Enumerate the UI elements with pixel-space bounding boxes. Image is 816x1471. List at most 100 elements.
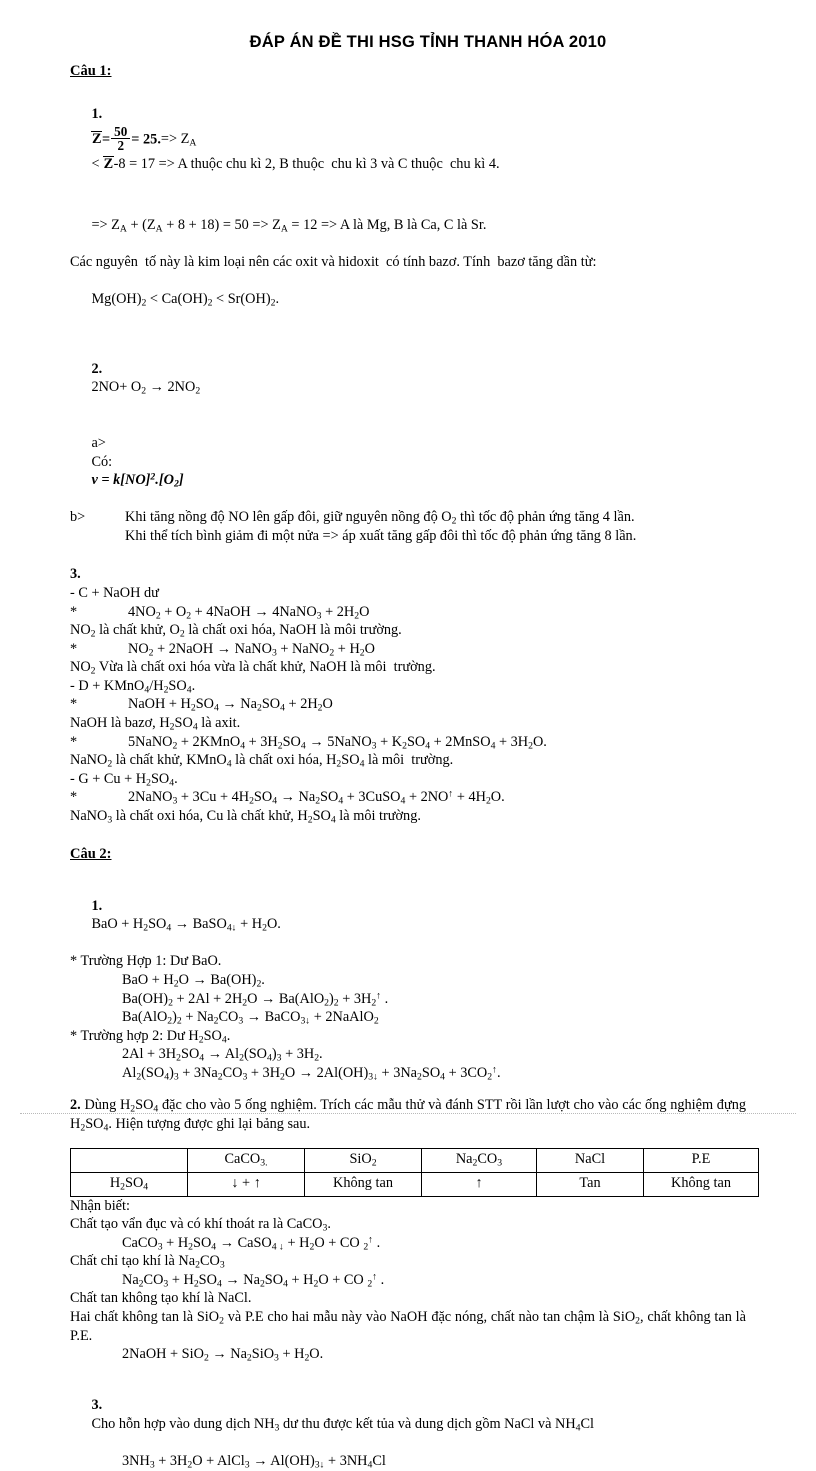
table-cell-header-sio2: SiO2 <box>304 1147 422 1173</box>
cau2-item2-eq-na2co3: Na2CO3 + H2SO4 → Na2SO4 + H2O + CO 2↑ . <box>122 1271 385 1290</box>
cau1-item2b-line1: b> Khi tăng nồng độ NO lên gấp đôi, giữ … <box>70 508 746 527</box>
cau2-item1-case1-eq2: Ba(OH)2 + 2Al + 2H2O → Ba(AlO2)2 + 3H2↑ … <box>122 990 389 1009</box>
page-title: ĐÁP ÁN ĐỀ THI HSG TỈNH THANH HÓA 2010 <box>249 33 607 51</box>
cau1-item3-eq4-row: * 5NaNO2 + 2KMnO4 + 3H2SO4 → 5NaNO3 + K2… <box>70 733 746 752</box>
fraction-denominator: 2 <box>111 138 131 153</box>
cau2-item1-case1-label: * Trường Hợp 1: Dư BaO. <box>70 953 222 970</box>
cau2-item2-line-sio2-pe: Hai chất không tan là SiO2 và P.E cho ha… <box>70 1309 746 1344</box>
table-cell-data-sio2: Không tan <box>304 1171 422 1197</box>
cau1-item2-prefix: 2. <box>91 360 103 377</box>
cau2-item2-prefix: 2. <box>70 1097 81 1114</box>
table-row-data: H2SO4 ↓ + ↑ Không tan ↑ Tan Không tan <box>70 1171 759 1197</box>
table-cell-data-h2so4: H2SO4 <box>70 1171 188 1197</box>
document-page: ĐÁP ÁN ĐỀ THI HSG TỈNH THANH HÓA 2010 Câ… <box>0 0 816 1470</box>
z-bar-symbol-2: Z <box>103 155 114 172</box>
table-row-header: CaCO3. SiO2 Na2CO3 NaCl P.E <box>70 1147 759 1173</box>
cau1-item3-eq2-row: * NO2 + 2NaOH → NaNO3 + NaNO2 + H2O <box>70 640 746 659</box>
fraction-result: = 25. <box>131 131 161 148</box>
cau2-item2-eq-caco3: CaCO3 + H2SO4 → CaSO4 ↓ + H2O + CO 2↑ . <box>122 1234 381 1253</box>
cau1-item3-line-d-kmno4: - D + KMnO4/H2SO4. <box>70 677 196 696</box>
cau1-item2a-tag: a> <box>91 434 106 451</box>
table-cell-data-pe: Không tan <box>643 1171 759 1197</box>
cau1-item1-prefix: 1. <box>91 105 103 122</box>
footer-divider <box>20 1113 796 1114</box>
cau1-item1-line1: 1. Z= 50 2 = 25.=> ZA < Z-8 = 17 => A thuộc… <box>70 81 746 197</box>
cau1-item3-note1: NO2 là chất khử, O2 là chất oxi hóa, NaO… <box>70 622 402 640</box>
cau2-item3-prefix: 3. <box>91 1397 103 1414</box>
cau2-item2-line-nacl: Chất tan không tạo khí là NaCl. <box>70 1290 252 1307</box>
bullet-star-5: * <box>70 789 78 806</box>
cau2-item2-recognize-label: Nhận biết: <box>70 1197 130 1214</box>
cau1-item3-line-c-naoh: - C + NaOH dư <box>70 584 159 601</box>
cau1-implies-za: => ZA <box>160 131 197 149</box>
cau1-item2b-tag-blank <box>70 527 125 546</box>
cau1-item2b-body2: Khi thể tích bình giảm đi một nửa => áp … <box>125 527 637 544</box>
cau1-item3-eq5: 2NaNO3 + 3Cu + 4H2SO4 → Na2SO4 + 3CuSO4 … <box>128 788 505 807</box>
experiment-results-table: CaCO3. SiO2 Na2CO3 NaCl P.E H2SO4 ↓ + ↑ … <box>70 1147 759 1197</box>
cau2-item2-line-na2co3: Chất chỉ tạo khí là Na2CO3 <box>70 1253 225 1271</box>
cau1-item2b-tag: b> <box>70 509 86 526</box>
bullet-star-3: * <box>70 696 78 713</box>
subscript-a-1: A <box>189 137 197 149</box>
cau1-item3-eq4: 5NaNO2 + 2KMnO4 + 3H2SO4 → 5NaNO3 + K2SO… <box>128 733 547 752</box>
table-cell-header-0 <box>70 1147 188 1173</box>
less-than-sign: < <box>91 155 104 172</box>
document-content: ĐÁP ÁN ĐỀ THI HSG TỈNH THANH HÓA 2010 Câ… <box>70 33 759 1471</box>
cau1-item3-eq3: NaOH + H2SO4 → Na2SO4 + 2H2O <box>128 696 333 714</box>
table-cell-header-caco3: CaCO3. <box>187 1147 305 1173</box>
cau2-item2-intro: 2. Dùng H2SO4 đặc cho vào 5 ống nghiệm. … <box>70 1097 746 1134</box>
cau1-item3-note2: NO2 Vừa là chất oxi hóa vừa là chất khử,… <box>70 659 436 677</box>
cau1-item3-eq3-row: * NaOH + H2SO4 → Na2SO4 + 2H2O <box>70 695 746 714</box>
cau2-item1-case1-eq3: Ba(AlO2)2 + Na2CO3 → BaCO3↓ + 2NaAlO2 <box>122 1009 379 1027</box>
cau1-item3-note4: NaNO2 là chất khử, KMnO4 là chất oxi hóa… <box>70 752 454 770</box>
cau1-item3-eq2: NO2 + 2NaOH → NaNO3 + NaNO2 + H2O <box>128 640 375 659</box>
cau1-item1-line4: Mg(OH)2 < Ca(OH)2 < Sr(OH)2. <box>91 290 280 309</box>
table-cell-data-na2co3: ↑ <box>421 1171 537 1197</box>
equals-sign-1: = <box>102 131 111 148</box>
table-cell-header-nacl: NaCl <box>536 1147 644 1173</box>
cau2-item3-equation: 3NH3 + 3H2O + AlCl3 → Al(OH)3↓ + 3NH4Cl <box>122 1453 386 1471</box>
cau2-item3-intro: 3. Cho hỗn hợp vào dung dịch NH3 dư thu … <box>91 1397 595 1434</box>
cau1-item3-eq1-row: * 4NO2 + O2 + 4NaOH → 4NaNO3 + 2H2O <box>70 603 746 622</box>
section-heading-cau2: Câu 2: <box>70 846 112 863</box>
cau1-item3-line-g-cu: - G + Cu + H2SO4. <box>70 770 178 789</box>
cau2-item2-line-caco3: Chất tạo vẩn đục và có khí thoát ra là C… <box>70 1216 331 1234</box>
cau2-item1-main: 1. BaO + H2SO4 → BaSO4↓ + H2O. <box>91 897 281 934</box>
cau1-item1-line2: => ZA + (ZA + 8 + 18) = 50 => ZA = 12 =>… <box>91 216 487 235</box>
section-heading-cau1: Câu 1: <box>70 63 112 79</box>
fraction-50-over-2: 50 2 <box>111 123 131 153</box>
table-cell-header-na2co3: Na2CO3 <box>421 1147 537 1173</box>
cau1-item2-equation: 2. 2NO+ O2 → 2NO2 <box>91 360 201 397</box>
cau2-item1-case2-label: * Trường hợp 2: Dư H2SO4. <box>70 1027 231 1046</box>
table-cell-data-nacl: Tan <box>536 1171 644 1197</box>
bullet-star-1: * <box>70 603 78 620</box>
z-bar-symbol: Z <box>91 131 102 148</box>
cau1-item3-note5: NaNO3 là chất oxi hóa, Cu là chất khử, H… <box>70 807 421 826</box>
cau1-item2b-line2: Khi thể tích bình giảm đi một nửa => áp … <box>70 527 746 546</box>
cau2-item1-case2-eq2: Al2(SO4)3 + 3Na2CO3 + 3H2O → 2Al(OH)3↓ +… <box>122 1064 501 1083</box>
table-cell-header-pe: P.E <box>643 1147 759 1173</box>
cau2-item1-case1-eq1: BaO + H2O → Ba(OH)2. <box>122 971 265 990</box>
bullet-star-2: * <box>70 640 78 657</box>
cau1-item1-tail: -8 = 17 => A thuộc chu kì 2, B thuộc chu… <box>113 155 500 172</box>
cau1-item2a-label: Có: <box>91 453 113 470</box>
rate-law-formula: v = k[NO]2.[O2] <box>91 471 184 490</box>
cau1-item1-line3: Các nguyên tố này là kim loại nên các ox… <box>70 253 597 270</box>
fraction-numerator: 50 <box>114 123 128 139</box>
cau1-item3-note3: NaOH là bazơ, H2SO4 là axit. <box>70 715 241 733</box>
cau2-item2-eq-naoh-sio2: 2NaOH + SiO2 → Na2SiO3 + H2O. <box>122 1346 324 1364</box>
cau1-item2a: a> Có: v = k[NO]2.[O2] <box>70 415 746 508</box>
cau1-item2b-body1: Khi tăng nồng độ NO lên gấp đôi, giữ ngu… <box>125 509 635 527</box>
cau1-item3-eq1: 4NO2 + O2 + 4NaOH → 4NaNO3 + 2H2O <box>128 603 370 622</box>
cau1-item3-eq5-row: * 2NaNO3 + 3Cu + 4H2SO4 → Na2SO4 + 3CuSO… <box>70 788 746 807</box>
cau2-item1-prefix: 1. <box>91 897 103 914</box>
cau1-item3-prefix: 3. <box>70 566 81 583</box>
table-cell-data-caco3: ↓ + ↑ <box>187 1171 305 1197</box>
